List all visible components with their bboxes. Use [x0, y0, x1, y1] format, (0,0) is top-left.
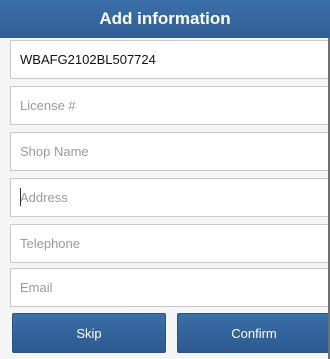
license-input[interactable]	[20, 98, 328, 113]
confirm-button[interactable]: Confirm	[177, 313, 330, 353]
telephone-field[interactable]	[10, 224, 329, 263]
shop-name-field[interactable]	[10, 132, 329, 171]
dialog-title: Add information	[0, 0, 330, 38]
vin-input[interactable]	[20, 52, 328, 67]
vin-field[interactable]	[10, 40, 329, 79]
license-field[interactable]	[10, 86, 329, 125]
address-input[interactable]	[20, 190, 328, 205]
shop-name-input[interactable]	[20, 144, 328, 159]
skip-button[interactable]: Skip	[12, 313, 166, 353]
telephone-input[interactable]	[20, 236, 328, 251]
address-field[interactable]	[10, 178, 329, 217]
add-information-dialog: Add information Skip Confirm	[0, 0, 330, 359]
text-cursor	[20, 188, 21, 206]
email-field[interactable]	[10, 268, 329, 307]
email-input[interactable]	[20, 280, 328, 295]
